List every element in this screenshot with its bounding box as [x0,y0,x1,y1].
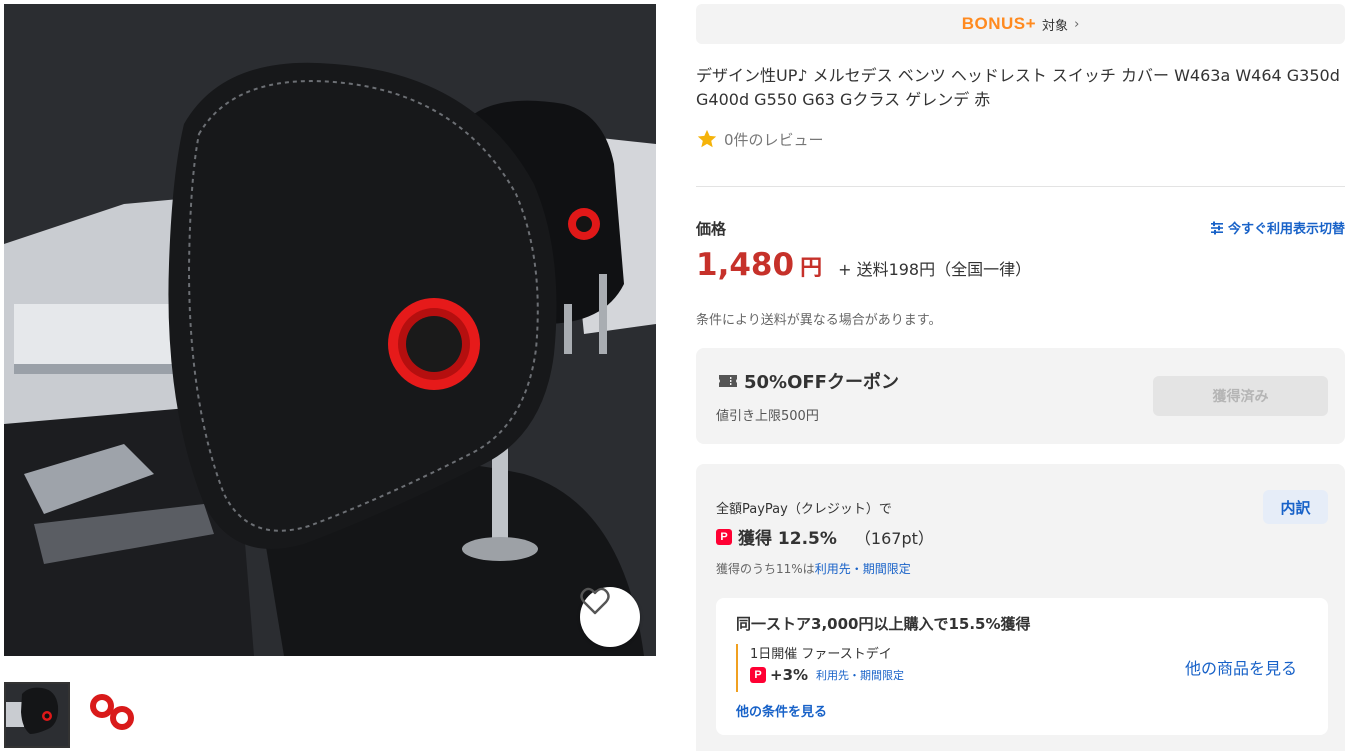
campaign-bonus-note[interactable]: 利用先・期間限定 [816,667,904,683]
paypay-lead: 全額PayPay（クレジット）で [716,502,892,517]
shipping-fee: + 送料198円（全国一律） [838,260,1032,279]
thumb-headrest[interactable] [4,682,70,748]
paypay-note: 獲得のうち11%は利用先・期間限定 [716,560,911,577]
paypay-icon: P [750,667,766,683]
chevron-right-icon: › [1074,16,1080,32]
paypay-icon: P [716,528,732,545]
paypay-note-prefix: 獲得のうち11%は [716,562,815,576]
thumb-rings-image [80,682,146,748]
headrest-photo [4,4,656,656]
campaign-accent-bar [736,644,738,692]
bonus-logo: BONUS+ [961,14,1037,33]
thumb-rings[interactable] [80,682,146,748]
product-page: BONUS+ 対象 › デザイン性UP♪ メルセデス ベンツ ヘッドレスト スイ… [0,0,1345,751]
coupon-limit: 値引き上限500円 [716,409,819,424]
favorite-button[interactable] [580,587,640,647]
price-label: 価格 [696,220,727,238]
store-campaign-title: 同一ストア3,000円以上購入で15.5%獲得 [736,615,1031,633]
campaign-event: 1日開催 ファーストデイ [750,647,892,662]
paypay-limit-link[interactable]: 利用先・期間限定 [815,562,911,576]
bonus-plus-bar[interactable]: BONUS+ 対象 › [696,4,1345,44]
bonus-label: 対象 [1042,18,1069,34]
product-title: デザイン性UP♪ メルセデス ベンツ ヘッドレスト スイッチ カバー W463a… [696,66,1340,109]
coupon-title-row: 50%OFFクーポン [718,368,899,394]
campaign-bonus-rate: +3% [770,666,809,684]
breakdown-button[interactable]: 内訳 [1263,490,1328,524]
store-campaign-card: 同一ストア3,000円以上購入で15.5%獲得 1日開催 ファーストデイ P +… [716,598,1328,735]
price-amount: 1,480 [696,247,795,283]
divider [696,186,1345,187]
display-switch-link[interactable]: 今すぐ利用表示切替 [1210,218,1345,237]
paypay-rate: 獲得 12.5% [738,529,837,549]
paypay-box: 全額PayPay（クレジット）で P 獲得 12.5% （167pt） 獲得のう… [696,464,1345,751]
paypay-points: （167pt） [854,528,934,548]
other-products-link[interactable]: 他の商品を見る [1185,655,1297,679]
price-currency: 円 [800,256,823,281]
shipping-note: 条件により送料が異なる場合があります。 [696,313,942,328]
review-count: 0件のレビュー [724,130,824,149]
ticket-icon [719,375,737,387]
star-icon [697,129,717,148]
coupon-title: 50%OFFクーポン [744,372,899,393]
product-main-image[interactable] [4,4,656,656]
paypay-get-row: P 獲得 12.5% （167pt） [716,524,934,549]
sliders-icon [1210,221,1223,234]
thumbnail-list [4,682,146,748]
thumb-headrest-image [4,682,70,748]
review-link[interactable]: 0件のレビュー [696,128,824,150]
display-switch-label: 今すぐ利用表示切替 [1227,222,1345,237]
price-row: 1,480 円 + 送料198円（全国一律） [696,247,1031,283]
coupon-box: 50%OFFクーポン 値引き上限500円 獲得済み [696,348,1345,444]
campaign-bonus-row: P +3% 利用先・期間限定 [750,666,904,684]
other-conditions-link[interactable]: 他の条件を見る [736,701,827,720]
heart-icon [580,587,610,615]
coupon-acquired-button[interactable]: 獲得済み [1153,376,1328,416]
